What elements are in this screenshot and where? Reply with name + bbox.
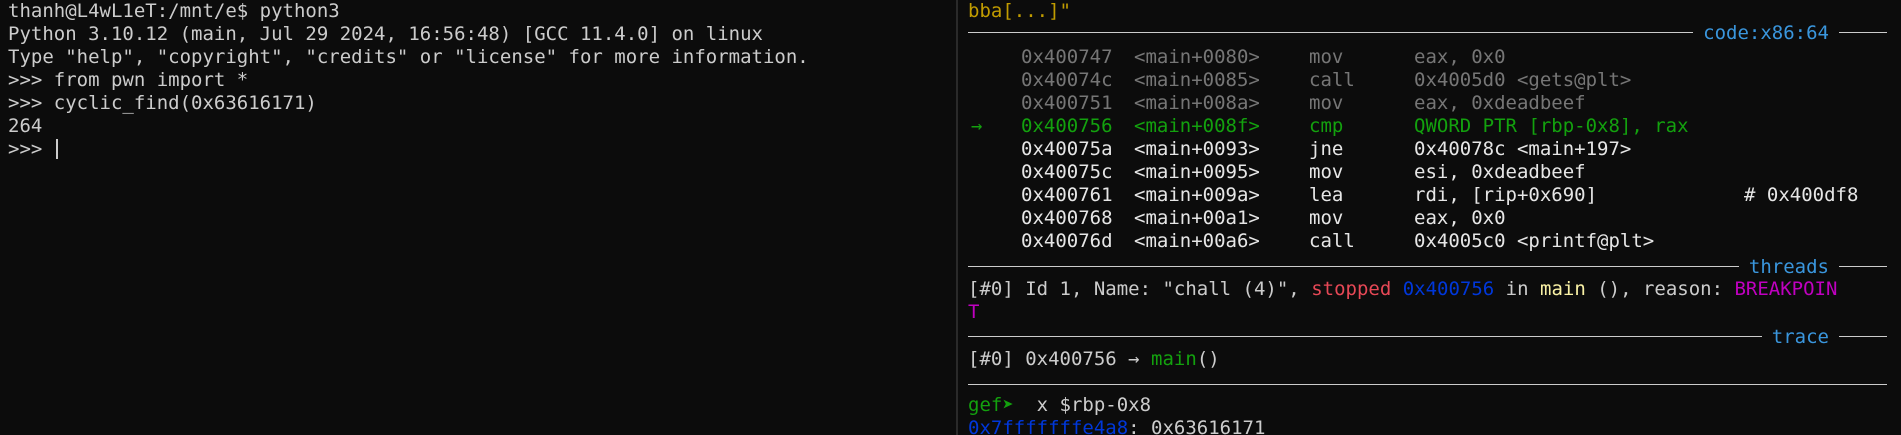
gef-prompt: gef➤ (968, 394, 1026, 416)
disassembly-op: mov (1309, 161, 1344, 183)
disassembly-row: 0x400768 <main+00a1> mov eax, 0x0 (963, 207, 1893, 230)
trace-suffix: () (1196, 348, 1220, 370)
disassembly-addr: 0x400751 (1021, 92, 1113, 114)
disassembly-args: QWORD PTR [rbp-0x8], rax (1414, 115, 1689, 137)
thread-status: stopped (1311, 278, 1392, 300)
thread-info-line: [#0] Id 1, Name: "chall (4)", stopped 0x… (968, 278, 1837, 301)
disassembly-comment: # 0x400df8 (1744, 184, 1859, 206)
disassembly-sym: <main+008a> (1134, 92, 1260, 114)
disassembly-op: mov (1309, 207, 1344, 229)
repl-prompt: >>> (8, 138, 54, 160)
thread-reason-wrap: T (968, 301, 980, 323)
code-section-title: code:x86:64 (1703, 21, 1829, 44)
disassembly-addr: 0x400747 (1021, 46, 1113, 68)
disassembly-row: 0x40075a <main+0093> jne 0x40078c <main+197… (963, 138, 1893, 161)
disassembly-addr: 0x40074c (1021, 69, 1113, 91)
disassembly-sym: <main+0095> (1134, 161, 1260, 183)
disassembly-row: → 0x400756 <main+008f> cmp QWORD PTR [rbp-0x… (963, 115, 1893, 138)
disassembly-row: 0x400751 <main+008a> mov eax, 0xdeadbeef (963, 92, 1893, 115)
trace-section-title: trace (1771, 325, 1829, 348)
disassembly-args: eax, 0x0 (1414, 46, 1506, 68)
disassembly-args: 0x4005d0 <gets@plt> (1414, 69, 1632, 91)
separator-rule (968, 336, 1762, 337)
trace-address: 0x400756 → (1013, 348, 1152, 370)
disassembly-row: 0x400747 <main+0080> mov eax, 0x0 (963, 46, 1893, 69)
disassembly-row: 0x400761 <main+009a> lea rdi, [rip+0x690] # … (963, 184, 1893, 207)
trace-section-footer (968, 373, 1887, 396)
disassembly-addr: 0x40076d (1021, 230, 1113, 252)
memory-dump-line: 0x7fffffffe4a8: 0x63616171 (968, 417, 1265, 435)
threads-section-title: threads (1748, 255, 1829, 278)
disassembly-sym: <main+0085> (1134, 69, 1260, 91)
disassembly-op: mov (1309, 92, 1344, 114)
memory-value: : 0x63616171 (1128, 417, 1266, 435)
disassembly-op: jne (1309, 138, 1344, 160)
disassembly-op: call (1309, 230, 1355, 252)
disassembly-marker: → (971, 115, 983, 137)
separator-rule (968, 384, 1887, 385)
disassembly-op: lea (1309, 184, 1344, 206)
disassembly-op: mov (1309, 46, 1344, 68)
thread-address: 0x400756 (1402, 278, 1495, 300)
disassembly-op: call (1309, 69, 1355, 91)
disassembly-addr: 0x400756 (1021, 115, 1113, 137)
text-cursor (55, 139, 58, 159)
separator-rule (1839, 336, 1887, 337)
separator-rule (1839, 32, 1887, 33)
disassembly-sym: <main+0080> (1134, 46, 1260, 68)
gef-command-line[interactable]: gef➤ x $rbp-0x8 (968, 394, 1151, 417)
disassembly-sym: <main+00a1> (1134, 207, 1260, 229)
python-banner-line-2: Type "help", "copyright", "credits" or "… (8, 46, 809, 68)
thread-reason: BREAKPOIN (1734, 278, 1838, 300)
thread-in-word: in (1494, 278, 1540, 300)
separator-rule (968, 266, 1739, 267)
left-terminal-pane[interactable]: thanh@L4wL1eT:/mnt/e$ python3 Python 3.1… (0, 0, 953, 435)
thread-reason-label: (), reason: (1585, 278, 1735, 300)
trace-frame-id: [#0] (968, 348, 1014, 370)
disassembly-sym: <main+00a6> (1134, 230, 1260, 252)
separator-rule (1839, 266, 1887, 267)
thread-desc: Id 1, Name: "chall (4)", (1013, 278, 1312, 300)
python-banner-line-1: Python 3.10.12 (main, Jul 29 2024, 16:56… (8, 23, 763, 45)
thread-function: main (1540, 278, 1586, 300)
disassembly-addr: 0x40075a (1021, 138, 1113, 160)
memory-address: 0x7fffffffe4a8 (968, 417, 1129, 435)
disassembly-args: 0x40078c <main+197> (1414, 138, 1632, 160)
truncated-output-line: bba[...]" (968, 0, 1071, 22)
pane-splitter[interactable] (956, 0, 958, 435)
disassembly-args: eax, 0xdeadbeef (1414, 92, 1586, 114)
disassembly-row: 0x40074c <main+0085> call 0x4005d0 <gets@pl… (963, 69, 1893, 92)
disassembly-op: cmp (1309, 115, 1344, 137)
repl-input-line[interactable]: >>> (8, 138, 58, 161)
disassembly-addr: 0x400768 (1021, 207, 1113, 229)
repl-command-cyclic-find: >>> cyclic_find(0x63616171) (8, 92, 317, 114)
repl-command-import: >>> from pwn import * (8, 69, 249, 91)
threads-section-header: threads (968, 255, 1887, 278)
disassembly-args: eax, 0x0 (1414, 207, 1506, 229)
trace-function: main (1151, 348, 1197, 370)
disassembly-sym: <main+009a> (1134, 184, 1260, 206)
disassembly-sym: <main+0093> (1134, 138, 1260, 160)
disassembly-row: 0x40075c <main+0095> mov esi, 0xdeadbeef (963, 161, 1893, 184)
trace-frame-line: [#0] 0x400756 → main() (968, 348, 1220, 371)
trace-section-header: trace (968, 325, 1887, 348)
shell-prompt-line: thanh@L4wL1eT:/mnt/e$ python3 (8, 0, 340, 22)
disassembly-addr: 0x40075c (1021, 161, 1113, 183)
thread-id: [#0] (968, 278, 1014, 300)
disassembly-args: esi, 0xdeadbeef (1414, 161, 1586, 183)
disassembly-args: 0x4005c0 <printf@plt> (1414, 230, 1655, 252)
right-terminal-pane[interactable]: bba[...]" code:x86:64 0x400747 <main+0080… (963, 0, 1901, 435)
separator-rule (968, 32, 1694, 33)
disassembly-args: rdi, [rip+0x690] (1414, 184, 1598, 206)
repl-result: 264 (8, 115, 43, 137)
disassembly-sym: <main+008f> (1134, 115, 1260, 137)
gef-command: x $rbp-0x8 (1025, 394, 1152, 416)
code-section-header: code:x86:64 (968, 21, 1887, 44)
disassembly-row: 0x40076d <main+00a6> call 0x4005c0 <printf@… (963, 230, 1893, 253)
disassembly-addr: 0x400761 (1021, 184, 1113, 206)
